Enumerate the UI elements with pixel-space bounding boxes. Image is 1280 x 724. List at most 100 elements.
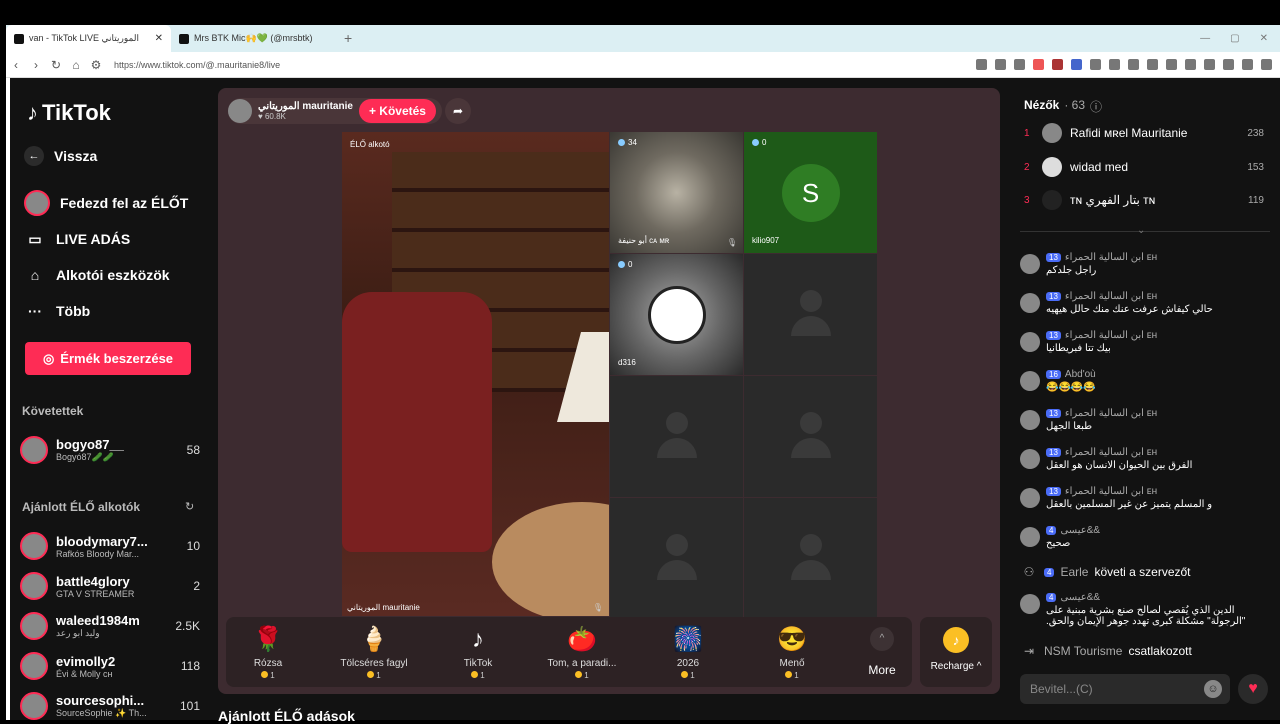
empty-seat[interactable] — [744, 498, 877, 619]
top-viewer[interactable]: 1 Rafidi ᴍʀel Mauritanie 238 — [1024, 122, 1264, 144]
avatar[interactable] — [1020, 594, 1040, 614]
empty-seat[interactable] — [610, 498, 743, 619]
empty-seat[interactable] — [744, 376, 877, 497]
extension-icon[interactable] — [1223, 59, 1234, 70]
gift-price: 1 — [480, 671, 485, 680]
gift-item[interactable]: 😎 Menő 1 — [752, 625, 832, 680]
chevron-down-icon[interactable]: ⌄ — [1137, 225, 1145, 236]
nav-more[interactable]: ··· Több — [24, 300, 204, 322]
extension-icon[interactable] — [1109, 59, 1120, 70]
recommended-user[interactable]: battle4glory GTA V STREAMER 2 — [20, 568, 200, 604]
more-gifts-button[interactable]: ^ More — [862, 627, 902, 677]
viewer-score: 153 — [1247, 161, 1264, 173]
new-tab-icon[interactable]: + — [336, 25, 360, 52]
home-icon[interactable]: ⌂ — [66, 58, 86, 72]
emoji-icon[interactable]: ☺ — [1204, 680, 1222, 698]
chat-username[interactable]: ابن السالية الحمراء ᴇʜ — [1065, 486, 1157, 497]
maximize-icon[interactable]: ▢ — [1230, 33, 1239, 44]
extension-icon[interactable] — [1242, 59, 1253, 70]
refresh-icon[interactable]: ↻ — [185, 500, 194, 513]
gift-item[interactable]: 🍦 Tölcséres fagyl 1 — [334, 625, 414, 680]
extension-icon[interactable] — [1185, 59, 1196, 70]
get-coins-button[interactable]: ◎ Érmék beszerzése — [25, 342, 191, 375]
chat-username[interactable]: عيسى&& — [1060, 525, 1100, 536]
menu-icon[interactable] — [1261, 59, 1272, 70]
extension-icon[interactable] — [976, 59, 987, 70]
forward-arrow-icon[interactable]: › — [26, 58, 46, 72]
chat-username[interactable]: Abd'où — [1065, 369, 1096, 380]
chat-username[interactable]: ابن السالية الحمراء ᴇʜ — [1065, 408, 1157, 419]
help-icon[interactable]: ⓘ — [1090, 98, 1102, 115]
back-arrow-icon[interactable]: ‹ — [6, 58, 26, 72]
table-scene — [492, 502, 609, 616]
extension-icon[interactable] — [1204, 59, 1215, 70]
avatar[interactable] — [1020, 488, 1040, 508]
user-name: battle4glory — [56, 573, 130, 589]
extension-icon[interactable] — [1147, 59, 1158, 70]
gift-item[interactable]: 🍅 Tom, a paradi... 1 — [542, 625, 622, 680]
avatar[interactable] — [1020, 293, 1040, 313]
recommended-user[interactable]: bloodymary7... Rafkós Bloody Mar... 10 — [20, 528, 200, 564]
gift-item[interactable]: 🎆 2026 1 — [648, 625, 728, 680]
gift-item[interactable]: 🌹 Rózsa 1 — [228, 625, 308, 680]
avatar[interactable] — [1020, 449, 1040, 469]
close-tab-icon[interactable]: ✕ — [155, 33, 163, 44]
extension-icon[interactable] — [1014, 59, 1025, 70]
follow-button[interactable]: + Követés — [358, 99, 436, 123]
chat-username[interactable]: ابن السالية الحمراء ᴇʜ — [1065, 330, 1157, 341]
tiktok-logo[interactable]: ♪ TikTok — [27, 100, 111, 126]
notice-username[interactable]: Earle — [1060, 565, 1088, 579]
chat-username[interactable]: عيسى&& — [1060, 592, 1100, 603]
extension-icon[interactable] — [1166, 59, 1177, 70]
chat-input[interactable]: Bevitel...(C) ☺ — [1020, 674, 1230, 704]
extension-icon[interactable] — [1090, 59, 1101, 70]
recommended-user[interactable]: waleed1984m وليد ابو رعد 2.5K — [20, 608, 200, 644]
recommended-user[interactable]: evimolly2 Évi & Molly ᴄʜ 118 — [20, 648, 200, 684]
host-avatar[interactable] — [228, 99, 252, 123]
extension-icon[interactable] — [1052, 59, 1063, 70]
minimize-icon[interactable]: — — [1200, 33, 1210, 44]
guest-tile[interactable]: 34 أبو حنيفة ᴄᴀ ᴍʀ 🎙 — [610, 132, 743, 253]
coin-icon — [471, 671, 479, 678]
coin-icon — [367, 671, 375, 678]
extension-icon[interactable] — [1033, 59, 1044, 70]
host-video[interactable]: ÉLŐ alkotó الموريتاني mauritanie 🎙 — [342, 132, 609, 616]
browser-tab-active[interactable]: van - TikTok LIVE الموريتاني ✕ — [6, 25, 171, 52]
extension-icon[interactable] — [1128, 59, 1139, 70]
top-viewer[interactable]: 2 widad med 153 — [1024, 156, 1264, 178]
nav-live-studio[interactable]: ▭ LIVE ADÁS — [24, 228, 204, 250]
avatar[interactable] — [1020, 410, 1040, 430]
guest-tile[interactable]: 0 d316 — [610, 254, 743, 375]
chat-username[interactable]: ابن السالية الحمراء ᴇʜ — [1065, 252, 1157, 263]
chat-username[interactable]: ابن السالية الحمراء ᴇʜ — [1065, 447, 1157, 458]
recharge-button[interactable]: ♪ Recharge ^ — [920, 617, 992, 687]
extension-icon[interactable] — [1071, 59, 1082, 70]
extension-icon[interactable] — [995, 59, 1006, 70]
guest-tile[interactable]: 0 S kilio907 — [744, 132, 877, 253]
nav-explore-live[interactable]: Fedezd fel az ÉLŐT — [24, 190, 204, 216]
host-info[interactable]: الموريتاني mauritanie ♥ 60.8K + Követés — [228, 98, 442, 124]
notice-username[interactable]: NSM Tourisme — [1044, 644, 1122, 658]
browser-tab[interactable]: Mrs BTK Mic🙌💚 (@mrsbtk) — [171, 25, 336, 52]
recommended-lives-title: Ajánlott ÉLŐ adások — [218, 708, 355, 724]
avatar[interactable] — [1020, 332, 1040, 352]
recommended-user[interactable]: sourcesophi... SourceSophie ✨ Th... 101 — [20, 688, 200, 724]
top-viewer[interactable]: 3 ᴛɴ بتار الفهري ᴛɴ 119 — [1024, 189, 1264, 211]
empty-seat[interactable] — [610, 376, 743, 497]
avatar[interactable] — [1020, 527, 1040, 547]
close-window-icon[interactable]: ✕ — [1260, 33, 1268, 44]
back-button[interactable]: ← Vissza — [24, 146, 204, 166]
following-user[interactable]: bogyo87__ Bogyó87🥒🥒 58 — [20, 432, 200, 468]
url-field[interactable]: https://www.tiktok.com/@.mauritanie8/liv… — [114, 60, 976, 70]
reload-icon[interactable]: ↻ — [46, 58, 66, 72]
chat-username[interactable]: ابن السالية الحمراء ᴇʜ — [1065, 291, 1157, 302]
nav-creator-tools[interactable]: ⌂ Alkotói eszközök — [24, 264, 204, 286]
site-info-icon[interactable]: ⚙ — [86, 58, 106, 72]
empty-seat[interactable] — [744, 254, 877, 375]
like-heart-icon[interactable]: ♥ — [1238, 674, 1268, 704]
avatar[interactable] — [1020, 371, 1040, 391]
gift-item[interactable]: ♪ TikTok 1 — [438, 625, 518, 680]
avatar[interactable] — [1020, 254, 1040, 274]
browser-tabbar: van - TikTok LIVE الموريتاني ✕ Mrs BTK M… — [6, 25, 1280, 52]
share-icon[interactable]: ➦ — [445, 98, 471, 124]
